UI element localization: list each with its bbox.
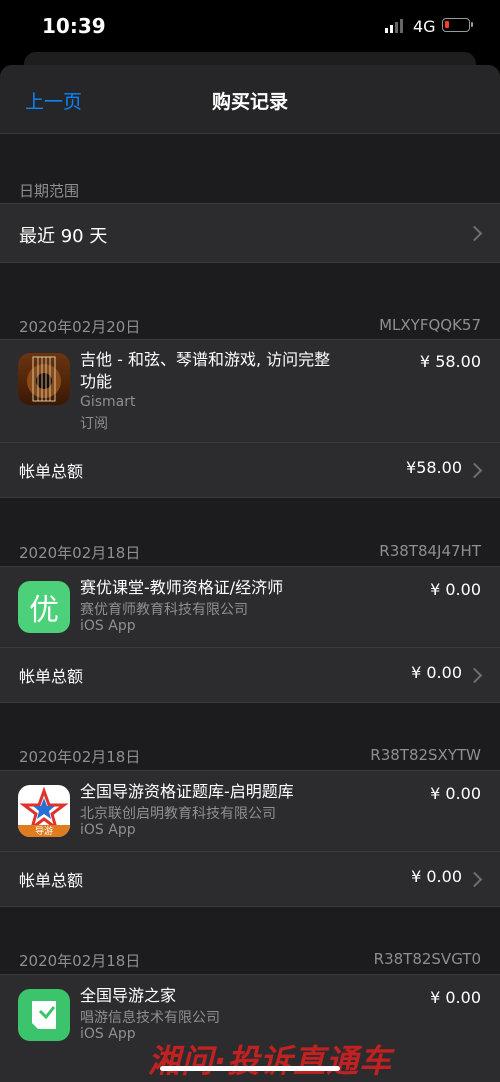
- item-developer: Gismart: [80, 394, 136, 410]
- bill-total-row[interactable]: 帐单总额 ¥ 0.00: [0, 852, 500, 906]
- item-price: ¥ 58.00: [419, 352, 481, 371]
- item-developer: 唱游信息技术有限公司: [80, 1010, 220, 1026]
- item-type: iOS App: [80, 618, 136, 634]
- saiyou-app-icon: 优: [18, 581, 70, 633]
- order-id: R38T82SVGT0: [373, 950, 481, 968]
- battery-icon: [442, 18, 473, 32]
- order-id: R38T84J47HT: [379, 542, 481, 560]
- item-type: iOS App: [80, 822, 136, 838]
- status-time: 10:39: [42, 14, 106, 38]
- item-type: 订阅: [80, 416, 108, 432]
- order-card: 优 赛优课堂-教师资格证/经济师 赛优育师教育科技有限公司 iOS App ¥ …: [0, 566, 500, 703]
- order-date: 2020年02月18日: [19, 544, 141, 562]
- date-range-section-label: 日期范围: [19, 182, 80, 200]
- bill-total-label: 帐单总额: [19, 871, 84, 890]
- bill-total-label: 帐单总额: [19, 667, 84, 686]
- item-name: 吉他 - 和弦、琴谱和游戏, 访问完整功能: [80, 350, 331, 391]
- navigation-bar: 上一页 购买记录: [0, 65, 500, 134]
- item-type: iOS App: [80, 1026, 136, 1042]
- order-date: 2020年02月18日: [19, 748, 141, 766]
- item-price: ¥ 0.00: [430, 580, 481, 599]
- bill-total-value: ¥ 0.00: [411, 867, 462, 886]
- chevron-right-icon: [466, 667, 483, 684]
- order-card: 吉他 - 和弦、琴谱和游戏, 访问完整功能 Gismart 订阅 ¥ 58.00…: [0, 339, 500, 498]
- order-date: 2020年02月20日: [19, 318, 141, 336]
- home-indicator[interactable]: [160, 1066, 340, 1071]
- guitar-app-icon: [18, 353, 70, 405]
- page-title: 购买记录: [211, 91, 288, 113]
- chevron-right-icon: [466, 871, 483, 888]
- item-price: ¥ 0.00: [430, 784, 481, 803]
- bill-total-row[interactable]: 帐单总额 ¥ 0.00: [0, 648, 500, 702]
- bill-total-value: ¥ 0.00: [411, 663, 462, 682]
- item-name: 全国导游之家: [80, 986, 177, 1005]
- daoyou-home-app-icon: [18, 989, 70, 1041]
- order-date: 2020年02月18日: [19, 952, 141, 970]
- daoyou-app-icon: 导游: [18, 785, 70, 837]
- item-name: 赛优课堂-教师资格证/经济师: [80, 578, 284, 597]
- order-id: R38T82SXYTW: [370, 746, 481, 764]
- network-type: 4G: [413, 17, 436, 36]
- purchase-history-sheet: 上一页 购买记录 日期范围 最近 90 天 2020年02月20日 MLXYFQ…: [0, 65, 500, 1082]
- date-range-value: 最近 90 天: [19, 226, 108, 247]
- bill-total-row[interactable]: 帐单总额 ¥58.00: [0, 443, 500, 497]
- date-range-row[interactable]: 最近 90 天: [0, 203, 500, 263]
- item-name: 全国导游资格证题库-启明题库: [80, 782, 294, 801]
- item-developer: 赛优育师教育科技有限公司: [80, 602, 248, 618]
- order-id: MLXYFQQK57: [379, 316, 481, 334]
- bill-total-label: 帐单总额: [19, 462, 84, 481]
- chevron-right-icon: [466, 225, 483, 242]
- item-developer: 北京联创启明教育科技有限公司: [80, 806, 276, 822]
- item-price: ¥ 0.00: [430, 988, 481, 1007]
- order-card: 导游 全国导游资格证题库-启明题库 北京联创启明教育科技有限公司 iOS App…: [0, 770, 500, 907]
- chevron-right-icon: [466, 462, 483, 479]
- watermark: 湘问·投诉直通车: [148, 1042, 393, 1080]
- signal-icon: [385, 19, 403, 33]
- bill-total-value: ¥58.00: [406, 458, 462, 477]
- status-bar: 10:39 4G: [0, 0, 500, 54]
